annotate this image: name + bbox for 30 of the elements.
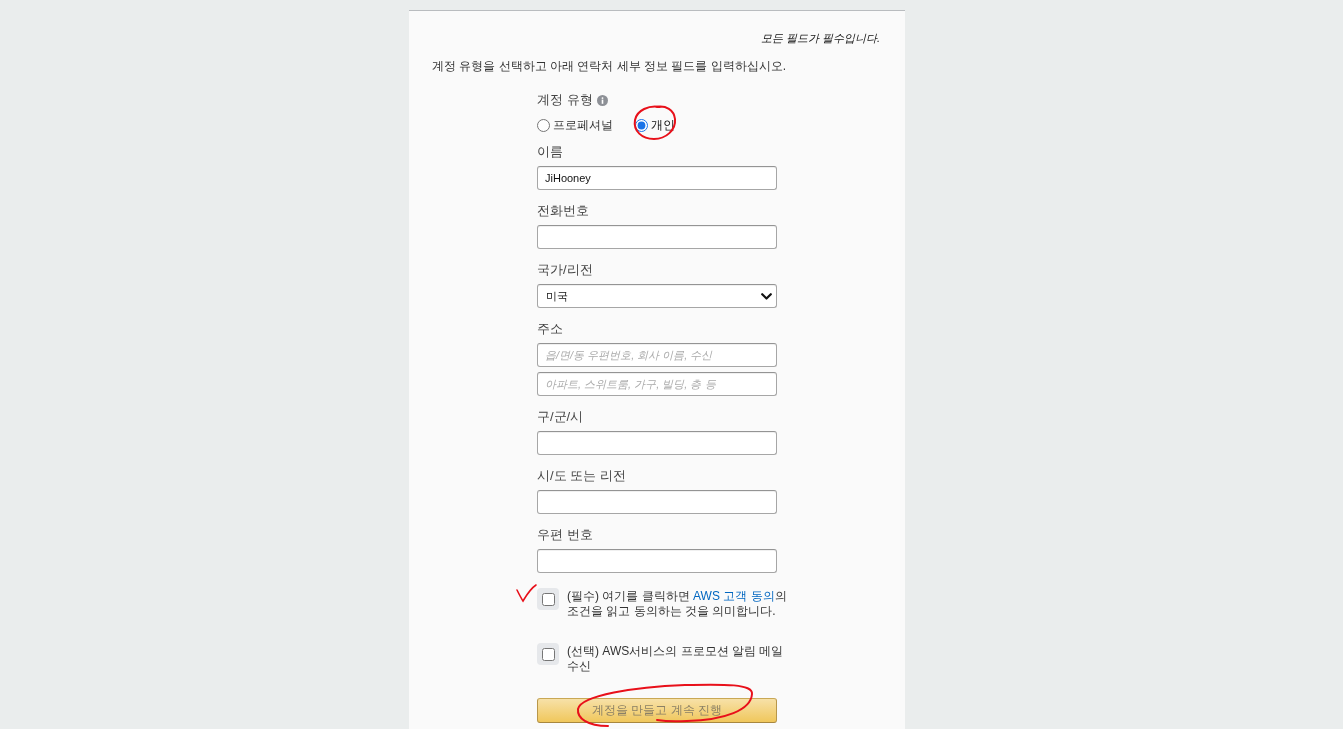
field-label: 시/도 또는 리전 bbox=[537, 467, 627, 485]
input-field[interactable] bbox=[537, 225, 777, 249]
agreement-link[interactable]: AWS 고객 동의 bbox=[693, 589, 775, 603]
input-field[interactable]: JiHooney bbox=[537, 166, 777, 190]
field-label: 구/군/시 bbox=[537, 408, 585, 426]
field-label: 전화번호 bbox=[537, 202, 590, 220]
agreement-text: (선택) AWS서비스의 프로모션 알림 메일 수신 bbox=[567, 644, 785, 674]
field-label: 이름 bbox=[537, 143, 564, 161]
field-label: 계정 유형 bbox=[537, 91, 593, 109]
country-select[interactable]: 미국 bbox=[537, 284, 777, 308]
radio-button[interactable] bbox=[635, 118, 648, 132]
radio-label[interactable]: 프로페셔널 bbox=[553, 117, 613, 133]
field-label: 국가/리전 bbox=[537, 261, 594, 279]
input-field[interactable]: 읍/면/동 우편번호, 회사 이름, 수신 bbox=[537, 343, 777, 367]
hand-drawn-tick bbox=[516, 584, 537, 602]
input-field[interactable] bbox=[537, 431, 777, 455]
checkbox[interactable] bbox=[537, 643, 559, 665]
agreement-text: (필수) 여기를 클릭하면 AWS 고객 동의 의 조건을 읽고 동의하는 것을 의미합니다. bbox=[567, 589, 788, 619]
instruction-text: 계정 유형을 선택하고 아래 연락처 세부 정보 필드를 입력하십시오. bbox=[432, 58, 787, 75]
chevron-down-icon bbox=[761, 292, 772, 300]
field-label: 우편 번호 bbox=[537, 526, 594, 544]
input-field[interactable] bbox=[537, 549, 777, 573]
radio-button[interactable] bbox=[537, 118, 550, 132]
required-note: 모든 필드가 필수입니다. bbox=[759, 31, 880, 46]
checkbox[interactable] bbox=[537, 588, 559, 610]
input-field[interactable]: 아파트, 스위트룸, 가구, 빌딩, 층 등 bbox=[537, 372, 777, 396]
field-label: 주소 bbox=[537, 320, 564, 338]
radio-label[interactable]: 개인 bbox=[651, 117, 675, 133]
input-field[interactable] bbox=[537, 490, 777, 514]
info-icon bbox=[596, 94, 608, 106]
